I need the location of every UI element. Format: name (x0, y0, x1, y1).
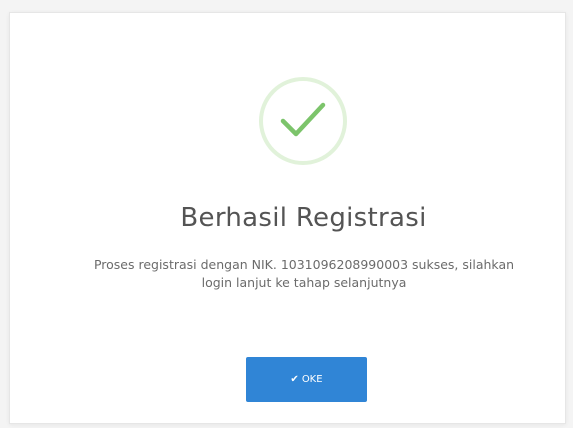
success-check-icon (259, 77, 347, 165)
success-dialog: Berhasil Registrasi Proses registrasi de… (9, 12, 566, 424)
dialog-title: Berhasil Registrasi (180, 203, 427, 233)
ok-button-label: OKE (301, 374, 323, 385)
ok-button[interactable]: ✔ OKE (246, 357, 367, 402)
checkmark-icon (280, 102, 326, 137)
check-icon: ✔ (290, 373, 299, 385)
dialog-message: Proses registrasi dengan NIK. 1031096208… (93, 257, 515, 290)
